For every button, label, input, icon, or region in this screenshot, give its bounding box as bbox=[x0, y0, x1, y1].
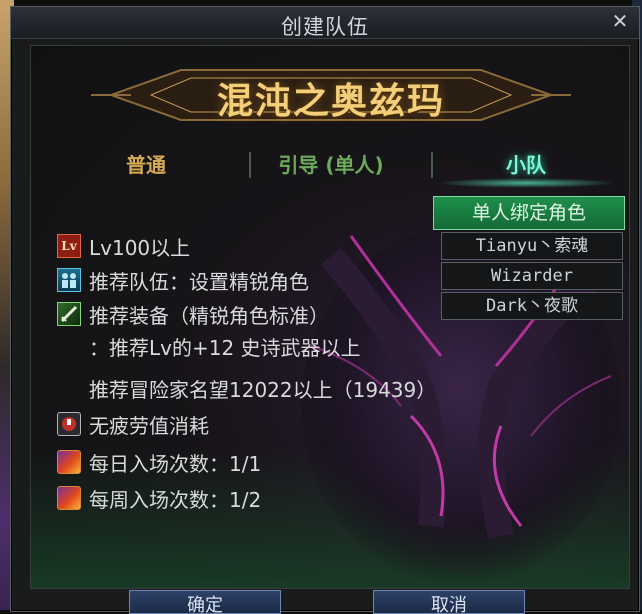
equipment-detail-text: ：推荐Lv的+12 史诗武器以上 bbox=[89, 335, 361, 360]
title-bar: 创建队伍 ✕ bbox=[11, 7, 639, 39]
weekly-entries: 每周入场次数：1/2 bbox=[57, 484, 261, 512]
sword-icon bbox=[57, 302, 81, 326]
dungeon-panel: 混沌之奥兹玛 普通 引导 (单人) 小队 Lv Lv100以上 推荐队伍：设置精… bbox=[30, 45, 630, 589]
daily-entries-text: 每日入场次数：1/1 bbox=[89, 451, 262, 476]
level-text: Lv100以上 bbox=[89, 235, 191, 260]
character-list: Tianyu丶索魂 Wizarder Dark丶夜歌 bbox=[441, 232, 623, 322]
character-item[interactable]: Tianyu丶索魂 bbox=[441, 232, 623, 260]
level-badge-icon: Lv bbox=[57, 234, 81, 258]
equipment-recommendation: 推荐装备（精锐角色标准） bbox=[57, 300, 329, 328]
window-title: 创建队伍 bbox=[281, 15, 369, 39]
ticket-icon bbox=[57, 450, 81, 474]
create-team-dialog: 创建队伍 ✕ 混沌之奥兹玛 普通 引导 (单人) 小队 Lv Lv100以上 推… bbox=[10, 6, 640, 614]
party-recommendation: 推荐队伍：设置精锐角色 bbox=[57, 266, 309, 294]
character-item[interactable]: Dark丶夜歌 bbox=[441, 292, 623, 320]
solo-bound-characters-panel: 单人绑定角色 Tianyu丶索魂 Wizarder Dark丶夜歌 bbox=[433, 196, 625, 336]
daily-entries: 每日入场次数：1/1 bbox=[57, 448, 261, 476]
fatigue-text: 无疲劳值消耗 bbox=[89, 413, 209, 438]
party-icon bbox=[57, 268, 81, 292]
close-icon[interactable]: ✕ bbox=[609, 10, 631, 32]
equipment-detail: ：推荐Lv的+12 史诗武器以上 bbox=[57, 332, 361, 360]
cancel-button[interactable]: 取消 bbox=[373, 590, 525, 614]
fatigue-info: 无疲劳值消耗 bbox=[57, 410, 209, 438]
solo-bound-header[interactable]: 单人绑定角色 bbox=[433, 196, 625, 230]
fame-recommendation: 推荐冒险家名望12022以上（19439） bbox=[57, 374, 436, 402]
level-requirement: Lv Lv100以上 bbox=[57, 232, 190, 260]
fatigue-icon bbox=[57, 412, 81, 436]
confirm-button[interactable]: 确定 bbox=[129, 590, 281, 614]
equipment-text: 推荐装备（精锐角色标准） bbox=[89, 303, 329, 328]
fame-text: 推荐冒险家名望12022以上（19439） bbox=[89, 377, 437, 402]
party-text: 推荐队伍：设置精锐角色 bbox=[89, 269, 309, 294]
ticket-icon bbox=[57, 486, 81, 510]
character-item[interactable]: Wizarder bbox=[441, 262, 623, 290]
weekly-entries-text: 每周入场次数：1/2 bbox=[89, 487, 262, 512]
